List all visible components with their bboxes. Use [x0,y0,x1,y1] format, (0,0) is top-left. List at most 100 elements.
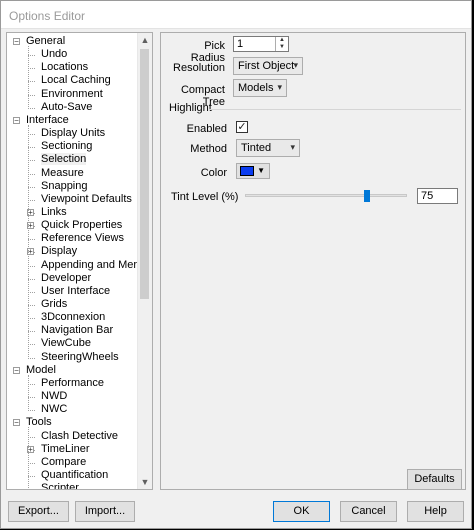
tree-connector [28,94,35,96]
minus-box-icon[interactable]: − [13,366,20,374]
pick-radius-stepper[interactable]: 1 ▲ ▼ [233,36,289,52]
tree-item-interface[interactable]: Interface [26,114,69,127]
selection-options-panel: Pick Radius 1 ▲ ▼ Resolution First Objec… [160,32,466,490]
tree-item-selection[interactable]: Selection [41,153,87,166]
ok-button[interactable]: OK [273,501,330,522]
tree-connector [28,124,29,359]
tree-item-scripter[interactable]: Scripter [41,482,79,490]
title-bar[interactable]: Options Editor [1,1,471,29]
tree-connector [28,489,35,490]
tree-item-steeringwheels[interactable]: SteeringWheels [41,351,119,364]
compact-tree-value: Models [238,82,274,94]
chevron-down-icon: ▾ [293,60,298,70]
minus-box-icon[interactable]: − [13,419,20,427]
tree-item-label: Environment [41,87,103,100]
tree-connector [28,173,35,175]
tree-item-3dconnexion[interactable]: 3Dconnexion [41,311,105,324]
tree-item-timeliner[interactable]: TimeLiner [41,443,90,456]
minus-box-icon[interactable]: − [13,38,20,46]
pick-radius-label: Pick Radius [190,40,225,64]
tree-item-label: Navigation Bar [41,324,114,337]
compact-tree-dropdown[interactable]: Models ▾ [233,79,287,97]
minus-box-icon[interactable]: − [13,116,20,124]
tree-connector [28,436,35,438]
tree-item-label: Scripter [41,482,79,490]
tree-connector [28,134,35,136]
scroll-thumb[interactable] [140,49,149,299]
tree-item-clash-detective[interactable]: Clash Detective [41,430,118,443]
tree-connector [28,357,35,359]
tree-connector [28,278,35,280]
method-dropdown[interactable]: Tinted ▾ [236,139,300,157]
tree-item-snapping[interactable]: Snapping [41,180,88,193]
enabled-label: Enabled [186,123,227,135]
tree-item-viewpoint-defaults[interactable]: Viewpoint Defaults [41,193,132,206]
tree-item-links[interactable]: Links [41,206,67,219]
defaults-button[interactable]: Defaults [407,469,462,490]
resolution-dropdown[interactable]: First Object ▾ [233,57,303,75]
scroll-up-arrow-icon[interactable]: ▲ [138,33,152,47]
tree-content: General − Undo Locations Local Caching Enviro… [7,33,152,490]
tree-connector [28,462,35,464]
tint-level-input[interactable]: 75 [417,188,458,204]
tree-item-compare[interactable]: Compare [41,456,86,469]
tree-item-display[interactable]: Display [41,245,77,258]
import-button[interactable]: Import... [75,501,135,522]
tree-item-environment[interactable]: Environment [41,88,103,101]
help-button[interactable]: Help [407,501,464,522]
tree-item-general[interactable]: General [26,35,65,48]
stepper-buttons[interactable]: ▲ ▼ [275,37,288,51]
scroll-down-arrow-icon[interactable]: ▼ [138,475,152,489]
tree-connector [28,265,35,267]
tree-item-locations[interactable]: Locations [41,61,88,74]
tree-item-quick-properties[interactable]: Quick Properties [41,219,122,232]
tree-scrollbar[interactable]: ▲ ▼ [137,33,152,489]
tree-item-tools[interactable]: Tools [26,416,52,429]
tree-item-nwd[interactable]: NWD [41,390,67,403]
tree-item-label: Developer [41,271,92,284]
tree-item-label: User Interface [41,284,111,297]
tree-connector [28,305,35,306]
tree-item-quantification[interactable]: Quantification [41,469,108,482]
cancel-button[interactable]: Cancel [340,501,397,522]
tint-level-slider-track[interactable] [245,194,407,197]
tree-item-local-caching[interactable]: Local Caching [41,74,111,87]
tree-item-user-interface[interactable]: User Interface [41,285,110,298]
tree-item-viewcube[interactable]: ViewCube [41,337,91,350]
chevron-down-icon: ▾ [277,82,282,92]
tree-connector [28,318,35,320]
tree-item-label: Auto-Save [41,100,93,113]
enabled-checkbox[interactable]: ✓ [236,121,248,133]
stepper-up-icon[interactable]: ▲ [276,37,288,44]
stepper-down-icon[interactable]: ▼ [276,44,288,51]
tree-connector [28,397,35,399]
tree-item-label: 3Dconnexion [41,311,106,324]
chevron-down-icon: ▾ [290,142,295,152]
tint-level-slider-thumb[interactable] [363,190,370,202]
tree-connector [28,331,35,333]
tree-item-sectioning[interactable]: Sectioning [41,140,92,153]
tree-item-label: Interface [26,113,69,126]
tree-item-undo[interactable]: Undo [41,48,67,61]
tree-connector [28,374,29,412]
tree-item-auto-save[interactable]: Auto-Save [41,101,92,114]
tree-item-label: Grids [41,298,68,310]
color-label: Color [200,167,227,179]
tree-item-model[interactable]: Model [26,364,56,377]
tree-item-measure[interactable]: Measure [41,167,84,180]
tree-item-developer[interactable]: Developer [41,272,91,285]
options-tree[interactable]: General − Undo Locations Local Caching Enviro… [6,32,153,490]
tree-item-navigation-bar[interactable]: Navigation Bar [41,324,113,337]
tree-item-performance[interactable]: Performance [41,377,104,390]
tree-item-nwc[interactable]: NWC [41,403,67,416]
tree-item-reference-views[interactable]: Reference Views [41,232,124,245]
tree-item-label: Undo [41,48,68,61]
tree-item-label: SteeringWheels [41,350,119,363]
color-picker-button[interactable]: ▼ [236,163,270,179]
resolution-value: First Object [238,60,295,72]
tree-item-label: Quantification [41,468,109,481]
tree-item-label: Local Caching [41,74,111,87]
export-button[interactable]: Export... [8,501,69,522]
tree-item-display-units[interactable]: Display Units [41,127,105,140]
tree-item-grids[interactable]: Grids [41,298,67,311]
